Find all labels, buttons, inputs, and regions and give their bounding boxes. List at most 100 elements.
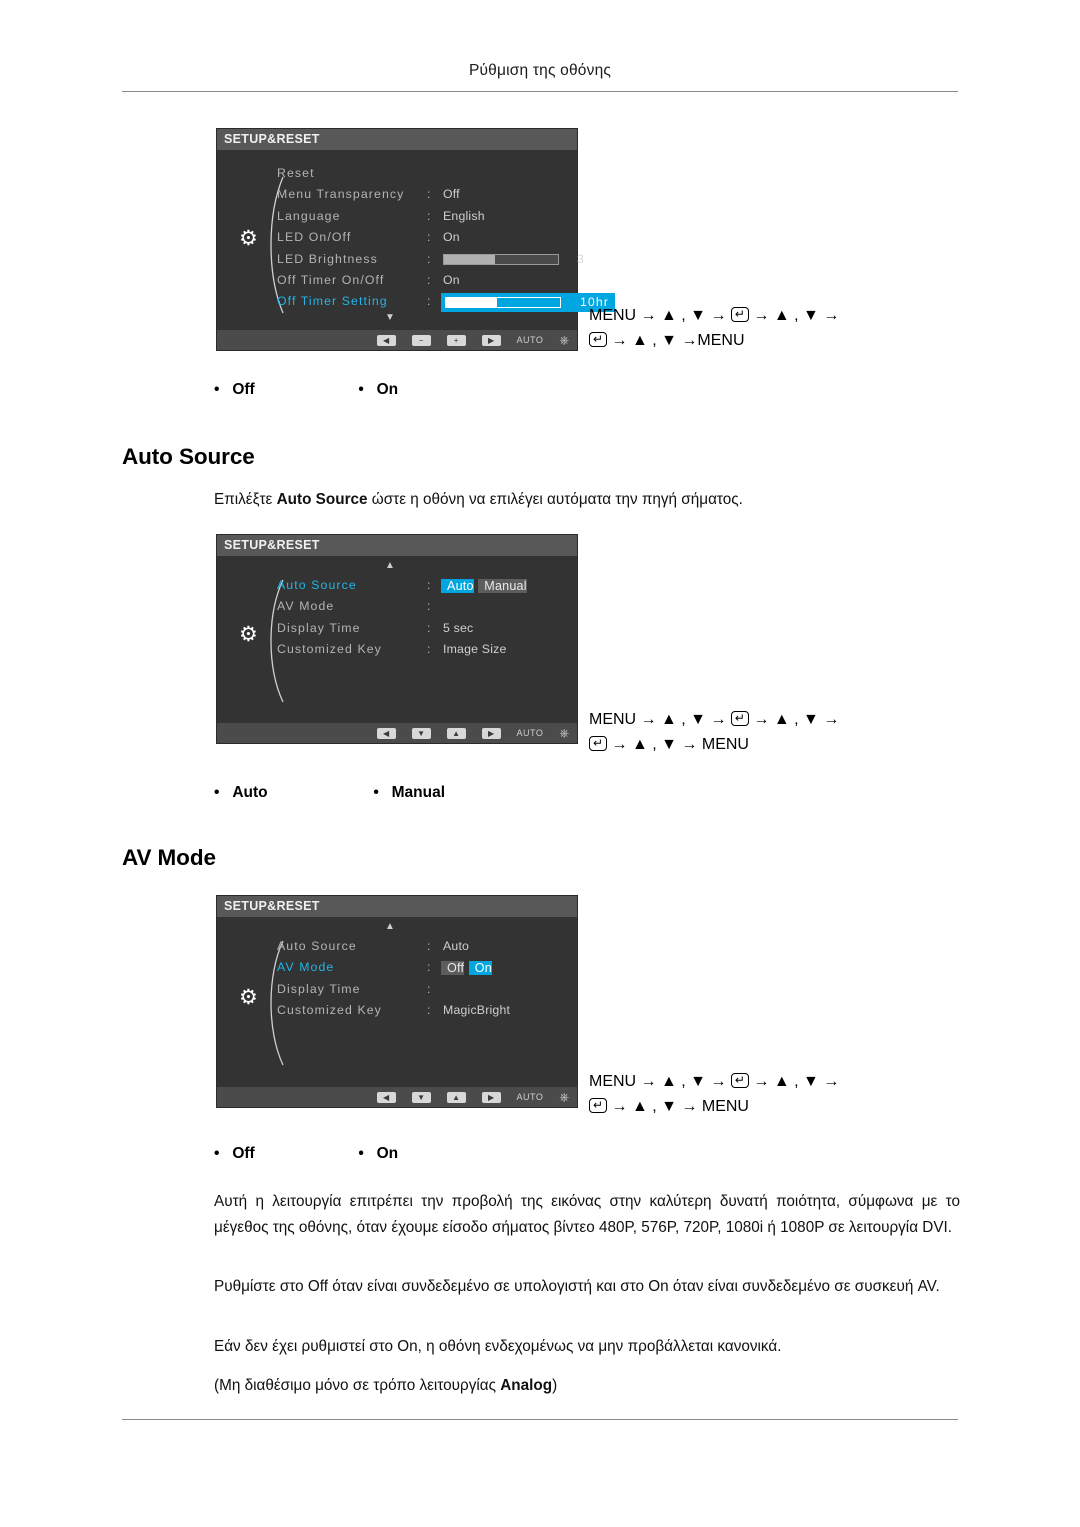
osd-row-display-time[interactable]: Display Time : 5 sec (277, 619, 573, 640)
bullet-label: Manual (391, 784, 446, 801)
bullets-av-mode: • Off • On (214, 1145, 914, 1163)
power-icon[interactable]: ⎈ (559, 334, 569, 346)
bullet-item: • On (358, 1145, 398, 1163)
led-brightness-slider[interactable] (443, 253, 559, 265)
osd-key-down[interactable]: ▼ (411, 1091, 431, 1103)
osd-row-menu-transparency[interactable]: Menu Transparency : Off (277, 185, 573, 206)
osd-screenshot-av-mode: SETUP&RESET ⚙ ▲ Auto Source : Auto AV Mo… (216, 895, 578, 1108)
osd-row-reset[interactable]: Reset (277, 164, 573, 185)
bullets-auto-source: • Auto • Manual (214, 784, 914, 802)
bullet-item: • Off (214, 1145, 354, 1163)
scroll-up-caret-icon[interactable]: ▲ (385, 560, 395, 571)
osd-row-label: Display Time (277, 981, 361, 996)
dropdown-option[interactable]: Off (441, 961, 465, 976)
heading-auto-source: Auto Source (122, 444, 255, 469)
paragraph-av-mode-warning: Εάν δεν έχει ρυθμιστεί στο On, η οθόνη ε… (214, 1338, 782, 1355)
osd-row-language[interactable]: Language : English (277, 207, 573, 228)
scroll-up-caret-icon[interactable]: ▲ (385, 921, 395, 932)
enter-key-icon: ↵ (589, 736, 608, 751)
scroll-down-caret-icon[interactable]: ▼ (385, 312, 395, 323)
paragraph-av-mode-note: (Μη διαθέσιμο μόνο σε τρόπο λειτουργίας … (214, 1373, 960, 1399)
osd-key-up[interactable]: ▲ (446, 1091, 466, 1103)
enter-key-icon: ↵ (589, 332, 608, 347)
osd-row-value: On (443, 230, 460, 245)
dropdown-option-selected[interactable]: Auto (441, 579, 474, 593)
osd-row-label: Auto Source (277, 939, 357, 953)
osd-key-auto[interactable]: AUTO (517, 728, 544, 738)
osd-row-colon: : (427, 187, 432, 202)
nav-line-2-tail: → ▲ , ▼ →MENU (611, 332, 745, 349)
gear-icon: ⚙ (239, 986, 258, 1009)
auto-source-dropdown[interactable]: Auto Manual (441, 577, 613, 596)
nav-line-1-tail: → ▲ , ▼ → (753, 1073, 840, 1090)
osd-row-value: MagicBright (443, 1003, 511, 1018)
bullet-label: On (376, 381, 399, 398)
intro-text-before: Επιλέξτε (214, 491, 277, 508)
gear-icon: ⚙ (239, 227, 258, 250)
osd-row-led-brightness[interactable]: LED Brightness : 3 (277, 250, 584, 271)
osd-row-auto-source[interactable]: Auto Source : Auto Manual (277, 576, 573, 597)
gear-icon: ⚙ (239, 623, 258, 646)
osd-row-colon: : (427, 620, 432, 635)
osd-row-customized-key[interactable]: Customized Key : Image Size (277, 640, 573, 661)
bullet-label: On (376, 1145, 399, 1162)
osd-key-minus[interactable]: − (411, 334, 431, 346)
nav-line-1-tail: → ▲ , ▼ → (753, 711, 840, 728)
osd-row-value: Image Size (443, 642, 507, 657)
osd-row-label: Language (277, 208, 341, 223)
dropdown-option-selected[interactable]: On (468, 961, 492, 976)
bullet-dot-icon: • (358, 381, 364, 398)
osd-row-display-time[interactable]: Display Time : (277, 980, 573, 1001)
osd-row-label: Menu Transparency (277, 187, 405, 202)
osd-key-left[interactable]: ◀ (376, 727, 396, 739)
document-page: Ρύθμιση της οθόνης SETUP&RESET ⚙ Reset M… (0, 0, 1080, 1527)
off-timer-slider[interactable] (445, 297, 561, 309)
osd-row-value: 5 sec (443, 620, 474, 635)
bullet-label: Off (232, 1145, 255, 1162)
bullet-dot-icon: • (358, 1145, 364, 1162)
osd-row-colon: : (427, 578, 432, 592)
osd-row-colon: : (427, 939, 432, 953)
paragraph-av-mode-usage: Ρυθμίστε στο Off όταν είναι συνδεδεμένο … (214, 1278, 940, 1295)
osd-row-label: Off Timer On/Off (277, 272, 385, 287)
power-icon[interactable]: ⎈ (559, 727, 569, 739)
osd-row-av-mode[interactable]: AV Mode : (277, 597, 573, 618)
note-text-bold: Analog (500, 1377, 553, 1394)
osd-row-value: Auto (443, 939, 470, 953)
enter-key-icon: ↵ (589, 1098, 608, 1113)
osd-key-plus[interactable]: + (446, 334, 466, 346)
osd-key-auto[interactable]: AUTO (517, 1092, 544, 1102)
osd-row-colon: : (427, 960, 432, 975)
osd-row-value: Off (443, 187, 460, 202)
av-mode-dropdown[interactable]: Off On (441, 959, 613, 978)
heading-av-mode: AV Mode (122, 845, 216, 870)
osd-row-label: Auto Source (277, 578, 357, 592)
bullet-label: Auto (232, 784, 268, 801)
osd-row-led-onoff[interactable]: LED On/Off : On (277, 228, 573, 249)
bullet-item: • Manual (373, 784, 445, 802)
osd-screenshot-off-timer: SETUP&RESET ⚙ Reset Menu Transparency : … (216, 128, 615, 351)
osd-row-customized-key[interactable]: Customized Key : MagicBright (277, 1001, 573, 1022)
dropdown-option[interactable]: Manual (478, 579, 527, 593)
osd-key-left[interactable]: ◀ (376, 334, 396, 346)
osd-row-label: AV Mode (277, 599, 335, 614)
osd-key-right[interactable]: ▶ (481, 334, 501, 346)
osd-row-auto-source[interactable]: Auto Source : Auto (277, 937, 573, 958)
osd-key-right[interactable]: ▶ (481, 1091, 501, 1103)
osd-row-label: LED On/Off (277, 230, 352, 245)
osd-row-off-timer-onoff[interactable]: Off Timer On/Off : On (277, 271, 573, 292)
osd-row-colon: : (427, 642, 432, 657)
osd-key-up[interactable]: ▲ (446, 727, 466, 739)
osd-row-av-mode[interactable]: AV Mode : Off On (277, 958, 573, 979)
osd-key-down[interactable]: ▼ (411, 727, 431, 739)
osd-key-toolbar: ◀ − + ▶ AUTO ⎈ (217, 330, 577, 350)
osd-title-bar: SETUP&RESET (217, 896, 577, 917)
osd-key-left[interactable]: ◀ (376, 1091, 396, 1103)
bullet-dot-icon: • (214, 381, 220, 398)
power-icon[interactable]: ⎈ (559, 1091, 569, 1103)
osd-row-label: LED Brightness (277, 251, 378, 266)
osd-screenshot-auto-source: SETUP&RESET ⚙ ▲ Auto Source : Auto Manua… (216, 534, 578, 744)
osd-key-auto[interactable]: AUTO (517, 335, 544, 345)
osd-key-right[interactable]: ▶ (481, 727, 501, 739)
osd-row-off-timer-setting[interactable]: Off Timer Setting : 10hr (277, 292, 615, 313)
